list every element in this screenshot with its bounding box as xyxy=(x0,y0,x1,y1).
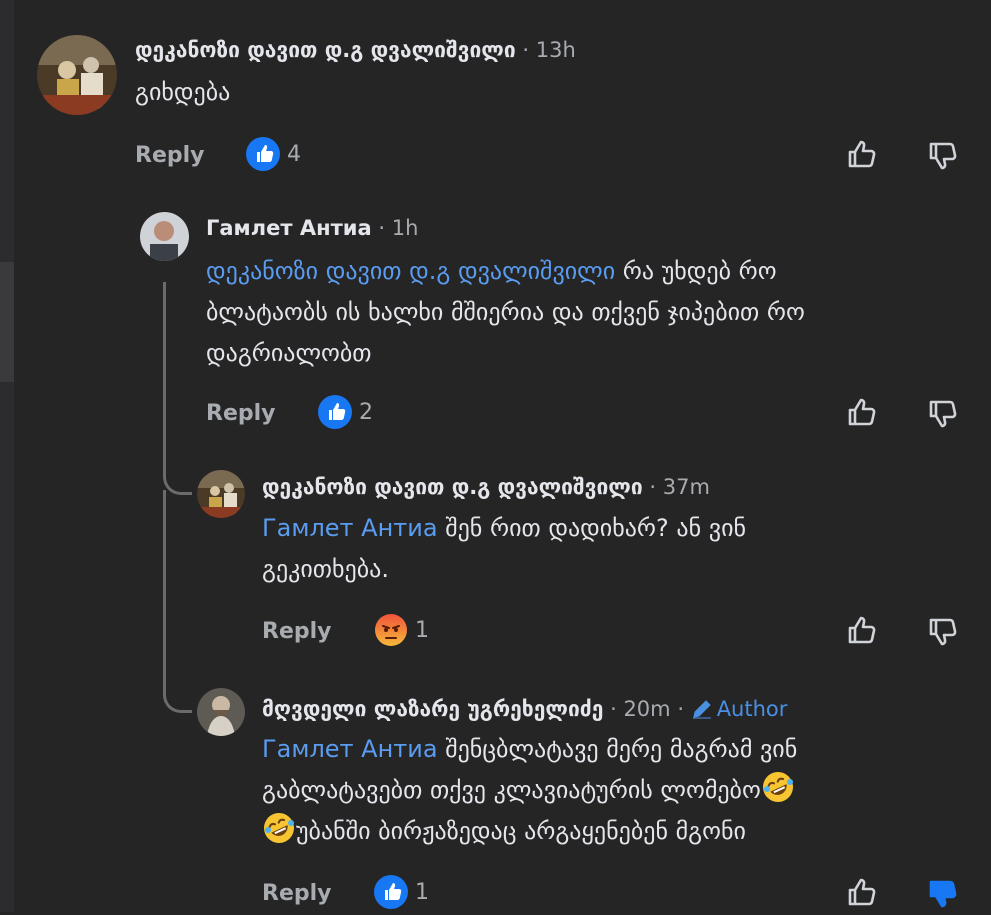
dislike-button-icon[interactable] xyxy=(927,398,959,430)
dislike-button-icon[interactable] xyxy=(927,140,959,172)
comment-header: მღვდელი ლაზარე უგრეხელიძე · 20m · Author xyxy=(262,696,787,722)
commenter-name[interactable]: მღვდელი ლაზარე უგრეხელიძე xyxy=(262,697,603,721)
pencil-icon xyxy=(692,700,711,719)
like-reaction-icon[interactable] xyxy=(374,875,408,909)
like-reaction-icon[interactable] xyxy=(246,137,280,171)
comment-text-line: უბანში ბირჟაზედაც არგაყენებენ მგონი xyxy=(296,817,746,845)
like-button-icon[interactable] xyxy=(846,396,878,428)
thread-elbow xyxy=(163,688,192,713)
comment-text: გიხდება xyxy=(135,78,231,106)
comment-actions: Reply 1 xyxy=(262,875,966,915)
avatar-photo xyxy=(140,212,189,261)
separator: · xyxy=(378,216,386,240)
like-reaction-icon[interactable] xyxy=(318,395,352,429)
left-edge-shadow xyxy=(0,262,14,382)
avatar-photo xyxy=(197,688,245,736)
commenter-name[interactable]: დეკანოზი დავით დ.გ დვალიშვილი xyxy=(262,475,643,499)
comment-text-line: შენ რით დადიხარ? ან ვინ xyxy=(437,514,747,542)
like-button-icon[interactable] xyxy=(846,876,878,908)
comment-text-line: რა უხდებ რო xyxy=(615,257,777,285)
comment-text-line: გეკითხება. xyxy=(262,555,389,583)
comment-text: Гамлет Антиа შენ რით დადიხარ? ან ვინ გეკ… xyxy=(262,508,962,590)
comment-header: დეკანოზი დავით დ.გ დვალიშვილი · 37m xyxy=(262,474,710,500)
author-label: Author xyxy=(716,697,788,721)
avatar[interactable] xyxy=(140,212,189,261)
rofl-emoji-icon xyxy=(762,772,793,802)
comment-actions: Reply 4 xyxy=(135,137,965,177)
reply-button[interactable]: Reply xyxy=(262,881,332,906)
mention-link[interactable]: დეკანოზი დავით დ.გ დვალიშვილი xyxy=(206,257,615,285)
reaction-count: 1 xyxy=(415,880,429,905)
mention-link[interactable]: Гамлет Антиа xyxy=(262,735,438,763)
avatar-photo xyxy=(37,35,117,115)
comment-header: Гамлет Антиа · 1h xyxy=(206,215,418,241)
angry-reaction-icon[interactable] xyxy=(374,613,408,647)
thread-line xyxy=(163,490,166,690)
thread-elbow xyxy=(163,470,192,495)
timestamp[interactable]: 37m xyxy=(663,475,710,499)
avatar[interactable] xyxy=(197,470,245,518)
dislike-button-active-icon[interactable] xyxy=(927,878,959,910)
comment-text-line: გაბლატავებთ თქვე კლავიატურის ლომებო xyxy=(262,776,761,804)
comment-text: Гамлет Антиа შენცბლატავე მერე მაგრამ ვინ… xyxy=(262,729,962,852)
rofl-emoji-icon xyxy=(264,813,294,843)
separator: · xyxy=(610,697,617,721)
comment-text: დეკანოზი დავით დ.გ დვალიშვილი რა უხდებ რ… xyxy=(206,251,981,374)
mention-link[interactable]: Гамлет Антиа xyxy=(262,514,438,542)
avatar[interactable] xyxy=(37,35,117,115)
reaction-count: 2 xyxy=(359,400,373,425)
reaction-count: 1 xyxy=(415,618,429,643)
reply-button[interactable]: Reply xyxy=(262,619,332,644)
reply-button[interactable]: Reply xyxy=(135,143,205,168)
dislike-button-icon[interactable] xyxy=(927,616,959,648)
like-button-icon[interactable] xyxy=(846,138,878,170)
reaction-count: 4 xyxy=(287,142,301,167)
comment-text-line: შენცბლატავე მერე მაგრამ ვინ xyxy=(437,735,798,763)
separator: · xyxy=(522,38,530,62)
author-badge: Author xyxy=(691,697,788,721)
separator: · xyxy=(649,475,657,499)
commenter-name[interactable]: დეკანოზი დავით დ.გ დვალიშვილი xyxy=(135,38,516,62)
avatar-photo xyxy=(197,470,245,518)
commenter-name[interactable]: Гамлет Антиа xyxy=(206,216,372,240)
separator: · xyxy=(677,697,684,721)
thread-line xyxy=(163,282,166,472)
like-button-icon[interactable] xyxy=(846,614,878,646)
comment-text-line: დაგრიალობთ xyxy=(206,339,372,367)
left-edge-panel xyxy=(0,0,14,912)
avatar[interactable] xyxy=(197,688,245,736)
comment-actions: Reply 1 xyxy=(262,613,966,653)
comment-text-line: ბლატაობს ის ხალხი მშიერია და თქვენ ჯიპებ… xyxy=(206,298,805,326)
timestamp[interactable]: 20m xyxy=(623,697,670,721)
reply-button[interactable]: Reply xyxy=(206,401,276,426)
comment-header: დეკანოზი დავით დ.გ დვალიშვილი · 13h xyxy=(135,37,576,63)
timestamp[interactable]: 13h xyxy=(536,38,576,62)
timestamp[interactable]: 1h xyxy=(392,216,419,240)
comment-actions: Reply 2 xyxy=(206,395,966,435)
